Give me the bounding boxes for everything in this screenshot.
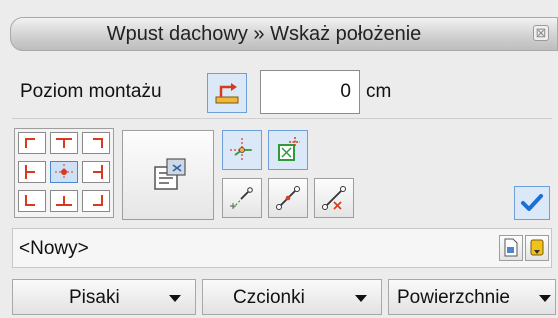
anchor-top-right-icon [93,138,103,148]
snap-intersection-button[interactable] [314,178,354,218]
mounting-level-icon [215,83,239,104]
surfaces-dropdown-label: Powierzchnie [397,287,510,308]
anchor-top-center[interactable] [50,132,78,154]
anchor-top-left-icon [25,138,35,148]
anchor-middle-left[interactable] [18,161,46,183]
new-item-button[interactable] [499,235,523,261]
properties-button[interactable] [122,130,214,220]
snap-intersection-icon [322,186,346,210]
anchor-center-icon [55,164,73,180]
name-combo-value: <Nowy> [19,238,89,259]
anchor-bottom-left[interactable] [18,190,46,212]
name-combo[interactable]: <Nowy> [12,228,552,268]
snap-offset-icon [230,187,253,209]
anchor-middle-left-icon [25,165,35,179]
title-bar[interactable]: Wpust dachowy » Wskaż położenie ⊠ [10,17,558,51]
mounting-unit: cm [366,81,392,102]
divider [12,118,552,119]
anchor-bottom-center[interactable] [50,190,78,212]
close-icon[interactable]: ⊠ [533,25,549,41]
pens-dropdown[interactable]: Pisaki [12,279,196,315]
anchor-top-center-icon [56,138,72,148]
snap-point-button[interactable] [222,130,262,170]
new-document-icon [504,238,518,257]
mounting-level-button[interactable] [207,73,247,113]
anchor-bottom-right[interactable] [82,190,110,212]
checkmark-icon [521,194,543,211]
snap-segment-icon [276,186,300,210]
snap-element-button[interactable] [268,130,308,170]
surfaces-dropdown[interactable]: Powierzchnie [388,279,556,315]
mounting-level-input[interactable]: 0 [260,70,360,114]
anchor-grid [14,128,114,218]
snap-offset-button[interactable] [222,178,262,218]
anchor-middle-right-icon [93,165,103,179]
fonts-dropdown-label: Czcionki [233,287,305,308]
anchor-middle-right[interactable] [82,161,110,183]
window-title: Wpust dachowy » Wskaż położenie [106,23,422,45]
confirm-button[interactable] [514,186,550,220]
chevron-down-icon [539,295,551,302]
pens-dropdown-label: Pisaki [69,287,120,308]
anchor-center[interactable] [50,161,78,183]
snap-element-icon [278,137,300,161]
chevron-down-icon [169,295,181,302]
anchor-bottom-center-icon [56,196,72,206]
snap-point-icon [230,138,254,162]
snap-segment-button[interactable] [268,178,308,218]
fonts-dropdown[interactable]: Czcionki [202,279,382,315]
anchor-top-left[interactable] [18,132,46,154]
anchor-bottom-left-icon [25,195,35,206]
save-item-button[interactable] [525,235,549,261]
properties-icon [154,158,186,190]
anchor-bottom-right-icon [93,195,103,206]
chevron-down-icon [355,295,367,302]
save-item-icon [530,239,544,256]
mounting-level-label: Poziom montażu [20,81,162,102]
anchor-top-right[interactable] [82,132,110,154]
